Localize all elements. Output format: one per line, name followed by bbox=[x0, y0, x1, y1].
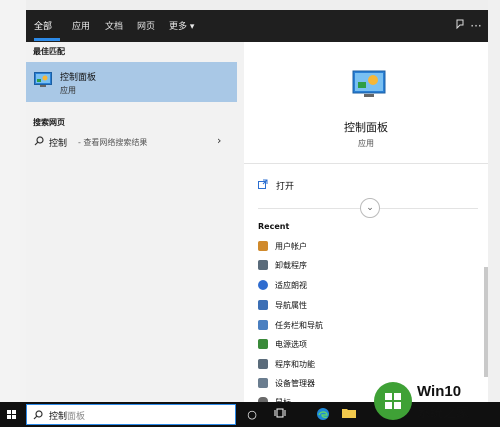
web-search-heading: 搜索网页 bbox=[33, 118, 65, 127]
recent-heading: Recent bbox=[258, 222, 290, 231]
recent-item-label: 电源选项 bbox=[275, 340, 307, 349]
recent-item-label: 程序和功能 bbox=[275, 360, 315, 369]
device-manager-icon bbox=[258, 378, 268, 388]
taskbar-icon bbox=[258, 320, 268, 330]
recent-item-navigation[interactable]: 导航属性 bbox=[258, 298, 468, 314]
preview-pane: 控制面板 应用 打开 ⌄ Recent 用户帐户 卸载程序 适应朗视 导航属性 bbox=[244, 42, 488, 407]
watermark-brand: Win10 bbox=[417, 383, 462, 400]
recent-item-power[interactable]: 电源选项 bbox=[258, 337, 468, 353]
best-match-title: 控制面板 bbox=[60, 73, 97, 83]
recent-item-label: 任务栏和导航 bbox=[275, 321, 323, 330]
chevron-down-icon[interactable]: ⌄ bbox=[360, 198, 380, 218]
cortana-icon[interactable]: ○ bbox=[244, 407, 260, 423]
recent-item-label: 导航属性 bbox=[275, 301, 307, 310]
open-icon bbox=[258, 179, 268, 189]
search-text: 控制面板 bbox=[49, 409, 85, 422]
search-panel: 全部 应用 文档 网页 更多 ▾ ··· 最佳匹配 控制面板 应用 搜索网页 控… bbox=[26, 10, 488, 407]
programs-icon bbox=[258, 260, 268, 270]
chevron-right-icon[interactable]: › bbox=[217, 134, 221, 147]
tab-all[interactable]: 全部 bbox=[34, 19, 52, 32]
desktop-background-right bbox=[488, 0, 500, 402]
best-match-item[interactable]: 控制面板 应用 bbox=[26, 62, 237, 102]
windows-start-icon[interactable] bbox=[0, 402, 24, 427]
recent-item-programs-features[interactable]: 程序和功能 bbox=[258, 357, 468, 373]
control-panel-icon bbox=[352, 70, 386, 98]
edge-browser-icon[interactable] bbox=[315, 407, 331, 423]
open-label: 打开 bbox=[276, 182, 295, 192]
preview-title: 控制面板 bbox=[344, 121, 388, 134]
web-search-item[interactable]: 控制 - 查看网络搜索结果 › bbox=[26, 131, 237, 153]
tab-documents[interactable]: 文档 bbox=[105, 19, 123, 32]
desktop-background-left bbox=[0, 0, 26, 402]
open-action[interactable]: 打开 bbox=[244, 175, 488, 195]
recent-item-uninstall[interactable]: 卸载程序 bbox=[258, 258, 468, 274]
navigation-icon bbox=[258, 300, 268, 310]
recent-item-label: 设备管理器 bbox=[275, 379, 315, 388]
web-search-hint: - 查看网络搜索结果 bbox=[78, 138, 148, 147]
watermark-subtitle: 系统之家 bbox=[417, 405, 470, 420]
tab-apps[interactable]: 应用 bbox=[72, 19, 90, 32]
control-panel-icon bbox=[34, 72, 52, 88]
tab-web[interactable]: 网页 bbox=[137, 19, 155, 32]
results-list: 最佳匹配 控制面板 应用 搜索网页 控制 - 查看网络搜索结果 › bbox=[26, 42, 237, 402]
search-suggestion-text: 面板 bbox=[67, 412, 86, 422]
power-icon bbox=[258, 339, 268, 349]
users-icon bbox=[258, 241, 268, 251]
web-search-query: 控制 bbox=[49, 139, 68, 149]
taskbar-search-input[interactable]: 控制面板 bbox=[26, 404, 236, 425]
active-tab-indicator bbox=[34, 38, 60, 41]
file-explorer-icon[interactable] bbox=[341, 407, 357, 423]
recent-item-taskbar[interactable]: 任务栏和导航 bbox=[258, 318, 468, 334]
search-icon bbox=[33, 410, 43, 420]
more-options-icon[interactable]: ··· bbox=[467, 17, 485, 35]
tab-more[interactable]: 更多 ▾ bbox=[169, 19, 194, 32]
windows-logo-icon bbox=[374, 382, 412, 420]
best-match-heading: 最佳匹配 bbox=[33, 47, 65, 56]
programs-features-icon bbox=[258, 359, 268, 369]
recent-item-ease-of-access[interactable]: 适应朗视 bbox=[258, 278, 468, 294]
recent-item-users[interactable]: 用户帐户 bbox=[258, 239, 468, 255]
preview-header: 控制面板 应用 bbox=[244, 42, 488, 164]
watermark: Win10 系统之家 bbox=[372, 378, 500, 424]
recent-item-label: 用户帐户 bbox=[275, 242, 307, 251]
recent-item-label: 适应朗视 bbox=[275, 281, 307, 290]
search-icon bbox=[34, 136, 44, 146]
desktop-background-top bbox=[0, 0, 500, 10]
preview-subtitle: 应用 bbox=[358, 139, 374, 148]
scrollbar[interactable] bbox=[484, 267, 488, 377]
search-tabs-bar: 全部 应用 文档 网页 更多 ▾ ··· bbox=[26, 10, 488, 42]
task-view-icon[interactable] bbox=[272, 407, 288, 423]
recent-item-label: 卸载程序 bbox=[275, 261, 307, 270]
search-typed-text: 控制 bbox=[49, 412, 68, 422]
best-match-subtitle: 应用 bbox=[60, 86, 76, 95]
ease-of-access-icon bbox=[258, 280, 268, 290]
